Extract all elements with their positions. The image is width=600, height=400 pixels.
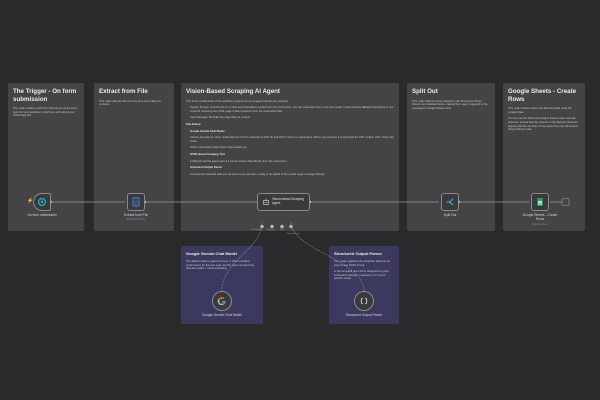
node-form-trigger-label: On form submission bbox=[27, 213, 57, 217]
form-icon bbox=[37, 197, 47, 207]
node-structured-output-parser[interactable] bbox=[354, 291, 374, 311]
port-memory[interactable] bbox=[269, 224, 275, 229]
code-braces-icon bbox=[360, 297, 368, 305]
google-sheets-icon bbox=[537, 198, 543, 206]
port-output-parser[interactable] bbox=[288, 224, 294, 229]
node-split-out[interactable] bbox=[441, 193, 459, 211]
node-agent-label: Vision-based Scraping Agent bbox=[272, 197, 304, 205]
node-split-label: Split Out bbox=[443, 213, 457, 217]
edge-gemini-agent bbox=[221, 221, 263, 292]
edge-parser-agent bbox=[290, 221, 365, 292]
node-gemini-label: Google Gemini Chat Model bbox=[202, 313, 242, 317]
node-google-sheets[interactable] bbox=[531, 193, 549, 211]
google-g-icon bbox=[217, 297, 226, 306]
sub-port-diamonds bbox=[259, 224, 294, 229]
node-sheets-sub: append: sheet bbox=[532, 223, 548, 226]
node-extract-from-file[interactable] bbox=[127, 193, 145, 211]
port-chat-model[interactable] bbox=[259, 224, 265, 229]
node-extract-sub: Extract From File bbox=[126, 218, 146, 221]
node-sheets-label: Google Sheets - Create Rows bbox=[522, 213, 558, 221]
port-label-memory: Memory bbox=[267, 229, 275, 231]
add-node-plus[interactable] bbox=[561, 198, 570, 206]
node-form-trigger[interactable] bbox=[33, 193, 51, 211]
file-extract-icon bbox=[132, 197, 140, 207]
port-label-chat-model: Chat Model* bbox=[250, 229, 263, 231]
robot-icon bbox=[262, 198, 270, 205]
port-label-tool: Tool bbox=[280, 229, 285, 231]
node-extract-label: Extract from File bbox=[124, 213, 148, 217]
node-parser-label: Structured Output Parser bbox=[345, 313, 383, 317]
split-icon bbox=[446, 198, 454, 206]
node-gemini-chat-model[interactable] bbox=[212, 291, 232, 311]
port-tool[interactable] bbox=[279, 224, 285, 229]
node-vision-agent[interactable]: Vision-based Scraping Agent bbox=[257, 193, 310, 211]
port-label-output-parser: Output Parser bbox=[286, 233, 300, 235]
